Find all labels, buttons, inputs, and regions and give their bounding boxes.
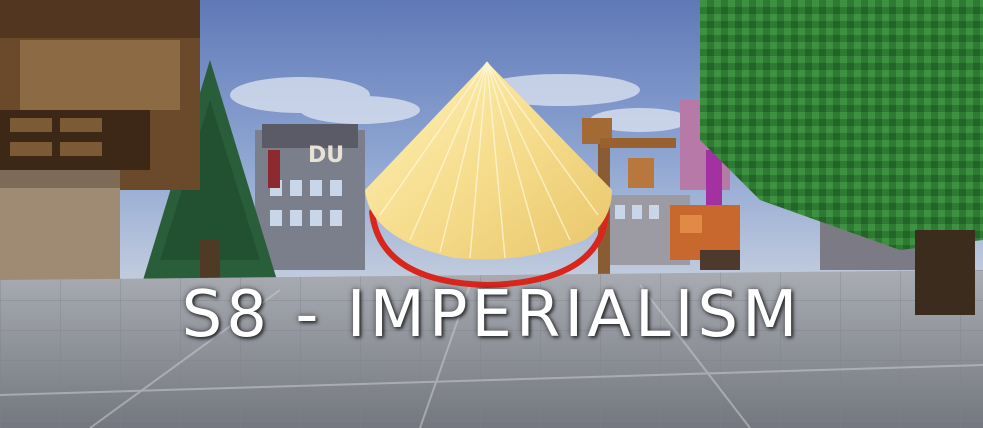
season-title: S8 - IMPERIALISM — [181, 278, 802, 352]
game-scene: DU S8 - IMPERIALISM — [0, 0, 983, 428]
building-left: DU — [255, 124, 365, 270]
svg-text:DU: DU — [308, 143, 344, 168]
